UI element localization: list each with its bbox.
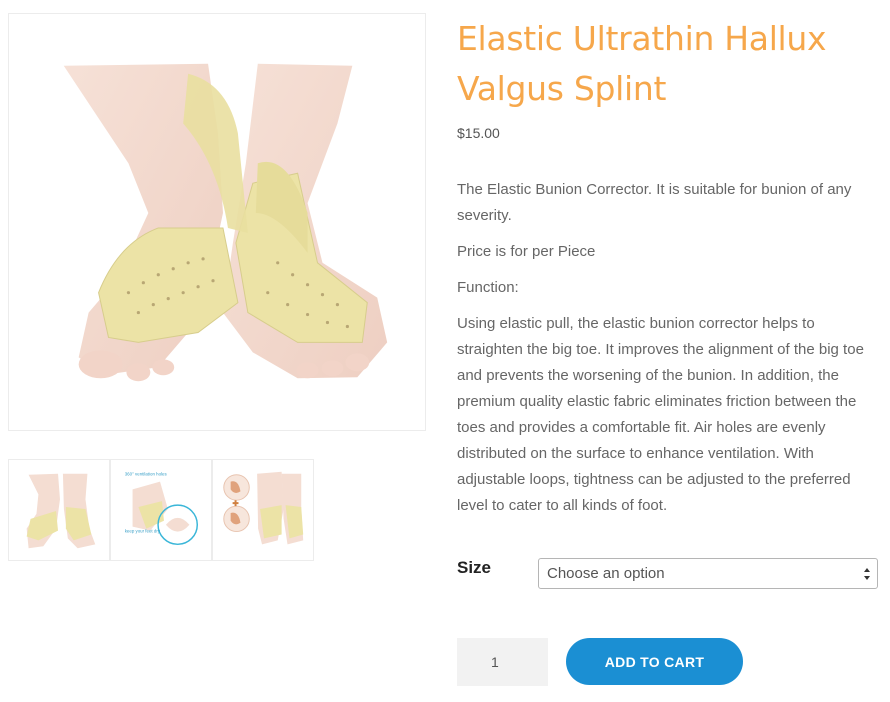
size-select[interactable]: Choose an option bbox=[538, 558, 878, 589]
thumbnail-foot-image bbox=[26, 473, 96, 549]
quantity-input[interactable] bbox=[457, 638, 548, 686]
thumbnail-1[interactable] bbox=[8, 459, 110, 561]
thumbnail-caption-2: keep your feet dry bbox=[125, 529, 161, 534]
description-paragraph: The Elastic Bunion Corrector. It is suit… bbox=[457, 181, 852, 224]
select-arrows-icon bbox=[864, 568, 870, 580]
product-main-image[interactable] bbox=[8, 13, 426, 431]
size-label: Size bbox=[457, 558, 492, 577]
product-title: Elastic Ultrathin Hallux Valgus Splint bbox=[457, 19, 827, 108]
foot-splint-photo bbox=[63, 63, 388, 382]
thumbnail-3[interactable] bbox=[212, 459, 314, 561]
size-select-value: Choose an option bbox=[547, 565, 665, 582]
thumbnail-comparison-image bbox=[223, 471, 304, 545]
product-description: The Elastic Bunion Corrector. It is suit… bbox=[457, 177, 879, 529]
description-paragraph: Price is for per Piece bbox=[457, 243, 596, 260]
add-to-cart-button[interactable]: ADD TO CART bbox=[566, 638, 743, 685]
description-paragraph: Using elastic pull, the elastic bunion c… bbox=[457, 315, 864, 514]
product-price: $15.00 bbox=[457, 125, 500, 141]
thumbnail-2[interactable]: 360° ventilation holes keep your feet dr… bbox=[110, 459, 212, 561]
thumbnail-ventilation-image: 360° ventilation holes keep your feet dr… bbox=[125, 472, 199, 546]
description-paragraph: Function: bbox=[457, 279, 519, 296]
thumbnail-caption-1: 360° ventilation holes bbox=[125, 472, 168, 477]
product-thumbnails: 360° ventilation holes keep your feet dr… bbox=[8, 459, 314, 561]
